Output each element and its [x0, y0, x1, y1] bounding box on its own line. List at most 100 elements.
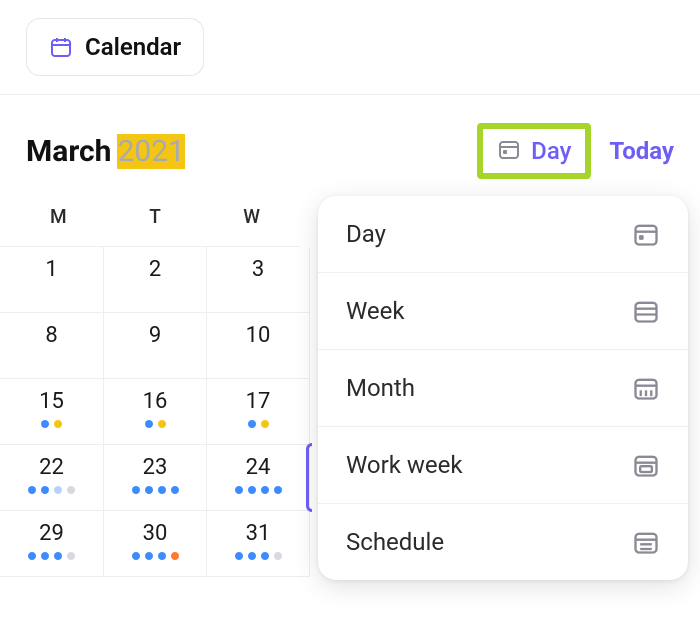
calendar-day-cell[interactable]: 29 — [0, 511, 103, 577]
month-year-label[interactable]: March2021 — [26, 134, 185, 169]
view-option-label: Month — [346, 374, 415, 402]
day-number: 30 — [104, 521, 206, 546]
view-option-label: Work week — [346, 451, 463, 479]
calendar-schedule-icon — [632, 528, 660, 556]
calendar-day-icon — [632, 220, 660, 248]
event-dot — [274, 486, 282, 494]
view-selector-label: Day — [531, 137, 571, 165]
view-option-label: Schedule — [346, 528, 444, 556]
event-dots — [207, 552, 309, 560]
weekday-label: W — [203, 197, 300, 236]
weekday-label: M — [10, 197, 107, 236]
event-dot — [248, 552, 256, 560]
event-dots — [207, 420, 309, 428]
event-dot — [158, 486, 166, 494]
day-number: 10 — [207, 323, 309, 348]
event-dot — [67, 486, 75, 494]
month-label: March — [26, 134, 111, 169]
day-number: 24 — [207, 455, 309, 480]
event-dot — [171, 552, 179, 560]
today-button[interactable]: Today — [609, 137, 674, 165]
view-option-day[interactable]: Day — [318, 196, 688, 272]
calendar-workweek-icon — [632, 451, 660, 479]
calendar-day-cell[interactable]: 17 — [206, 379, 309, 445]
view-option-work-week[interactable]: Work week — [318, 426, 688, 503]
view-option-schedule[interactable]: Schedule — [318, 503, 688, 580]
event-dot — [261, 552, 269, 560]
calendar-day-cell[interactable]: 8 — [0, 313, 103, 379]
event-dot — [261, 486, 269, 494]
calendar-day-cell[interactable]: 30 — [103, 511, 206, 577]
event-dot — [54, 552, 62, 560]
event-dots — [104, 420, 206, 428]
event-dots — [0, 552, 103, 560]
calendar-day-icon — [497, 137, 521, 165]
event-dots — [0, 420, 103, 428]
calendar-day-cell[interactable]: 23 — [103, 445, 206, 511]
event-dot — [158, 420, 166, 428]
event-dot — [54, 420, 62, 428]
view-option-label: Day — [346, 220, 386, 248]
calendar-icon — [49, 35, 73, 59]
event-dot — [145, 486, 153, 494]
day-number: 23 — [104, 455, 206, 480]
day-number: 3 — [207, 257, 309, 282]
event-dot — [171, 486, 179, 494]
calendar-day-cell[interactable]: 31 — [206, 511, 309, 577]
event-dot — [41, 486, 49, 494]
view-option-label: Week — [346, 297, 405, 325]
event-dot — [41, 552, 49, 560]
day-number: 17 — [207, 389, 309, 414]
event-dot — [248, 420, 256, 428]
calendar-day-cell[interactable]: 15 — [0, 379, 103, 445]
event-dots — [104, 552, 206, 560]
event-dot — [145, 420, 153, 428]
day-number: 16 — [104, 389, 206, 414]
event-dot — [274, 552, 282, 560]
view-selector-button[interactable]: Day — [477, 123, 591, 179]
view-selector-dropdown: Day Week Month Work week Schedule — [318, 196, 688, 580]
calendar-app-pill[interactable]: Calendar — [26, 18, 204, 76]
day-number: 29 — [0, 521, 103, 546]
event-dot — [54, 486, 62, 494]
calendar-day-cell[interactable]: 3 — [206, 247, 309, 313]
weekday-header: M T W — [0, 197, 300, 247]
calendar-month-icon — [632, 374, 660, 402]
calendar-date-grid: 1238910151617222324293031 — [0, 247, 310, 577]
view-option-week[interactable]: Week — [318, 272, 688, 349]
calendar-day-cell[interactable]: 9 — [103, 313, 206, 379]
calendar-day-cell[interactable]: 16 — [103, 379, 206, 445]
day-number: 9 — [104, 323, 206, 348]
view-option-month[interactable]: Month — [318, 349, 688, 426]
year-label: 2021 — [117, 134, 184, 169]
selected-day-indicator — [306, 443, 312, 512]
event-dot — [28, 486, 36, 494]
calendar-day-cell[interactable]: 2 — [103, 247, 206, 313]
day-number: 15 — [0, 389, 103, 414]
event-dot — [235, 552, 243, 560]
calendar-day-cell[interactable]: 1 — [0, 247, 103, 313]
event-dot — [28, 552, 36, 560]
calendar-header: March2021 Day Today — [0, 94, 700, 197]
event-dots — [0, 486, 103, 494]
calendar-day-cell[interactable]: 24 — [206, 445, 309, 511]
calendar-day-cell[interactable]: 22 — [0, 445, 103, 511]
event-dot — [41, 420, 49, 428]
event-dot — [158, 552, 166, 560]
event-dots — [104, 486, 206, 494]
day-number: 22 — [0, 455, 103, 480]
event-dot — [132, 552, 140, 560]
calendar-day-cell[interactable]: 10 — [206, 313, 309, 379]
event-dots — [207, 486, 309, 494]
event-dot — [248, 486, 256, 494]
day-number: 8 — [0, 323, 103, 348]
calendar-week-icon — [632, 297, 660, 325]
weekday-label: T — [107, 197, 204, 236]
event-dot — [67, 552, 75, 560]
day-number: 1 — [0, 257, 103, 282]
calendar-app-label: Calendar — [85, 33, 181, 61]
event-dot — [235, 486, 243, 494]
event-dot — [132, 486, 140, 494]
event-dot — [145, 552, 153, 560]
day-number: 31 — [207, 521, 309, 546]
